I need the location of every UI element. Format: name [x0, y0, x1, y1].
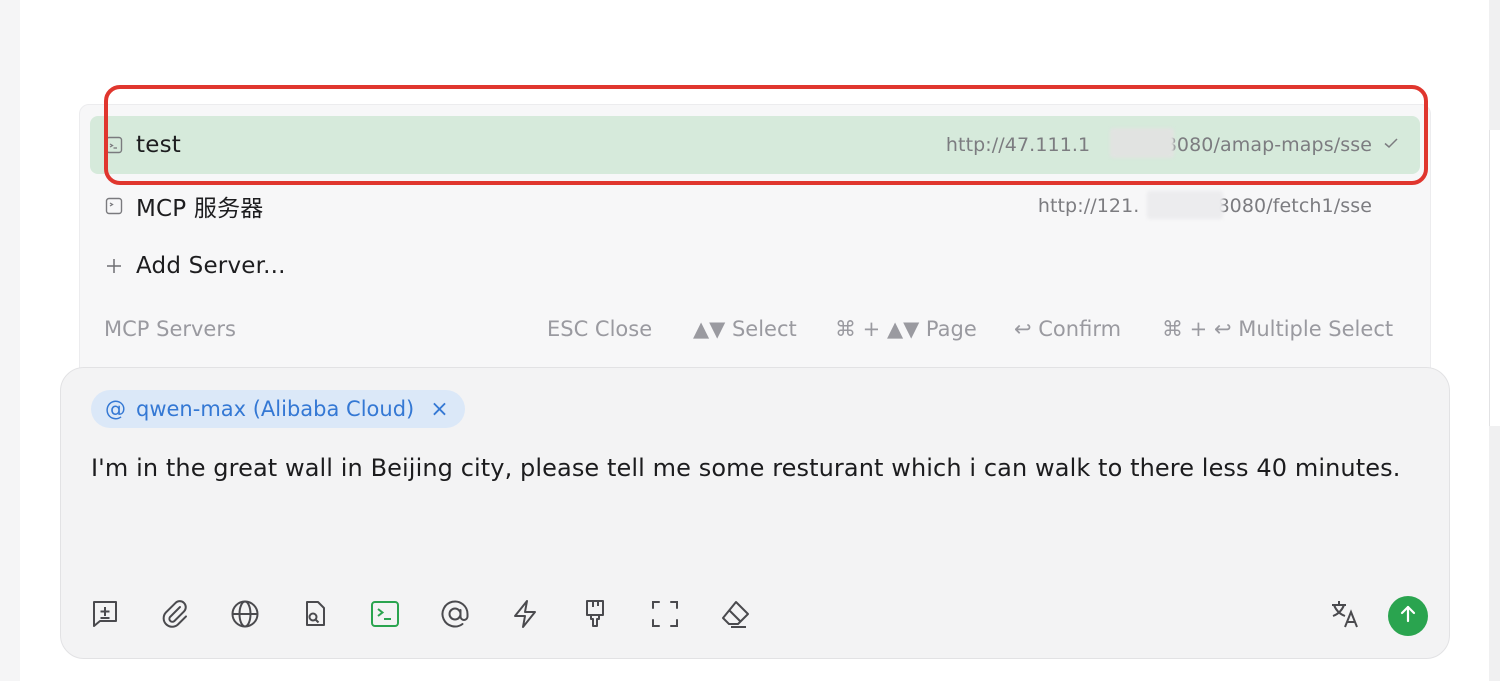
message-input-box[interactable]: @ qwen-max (Alibaba Cloud) × I'm in the …	[60, 367, 1450, 659]
send-button[interactable]	[1388, 596, 1428, 636]
multiple-select-hint: ⌘ + ↩ Multiple Select	[1162, 317, 1394, 341]
at-mention-icon[interactable]	[437, 596, 473, 632]
esc-close-hint: ESC Close	[547, 317, 653, 341]
confirm-hint: ↩ Confirm	[1014, 317, 1122, 341]
add-server-button[interactable]: Add Server...	[90, 237, 1420, 295]
server-item-test[interactable]: test http://47.111.1:8080/amap-maps/sse	[90, 116, 1420, 174]
terminal-icon[interactable]	[367, 596, 403, 632]
terminal-icon	[104, 196, 124, 216]
close-icon[interactable]: ×	[430, 397, 448, 422]
popup-footer: MCP Servers ESC Close ▲▼ Select ⌘ + ▲▼ P…	[104, 317, 1414, 347]
add-server-label: Add Server...	[136, 253, 286, 279]
plus-icon	[104, 256, 124, 276]
at-symbol: @	[105, 397, 126, 421]
message-text[interactable]: I'm in the great wall in Beijing city, p…	[91, 454, 1400, 482]
right-sidebar-edge	[1489, 0, 1500, 681]
mcp-servers-popup: test http://47.111.1:8080/amap-maps/sse …	[79, 104, 1431, 374]
select-hint: ▲▼ Select	[693, 317, 797, 341]
redacted-ip	[1110, 128, 1174, 158]
server-name: MCP 服务器	[136, 196, 264, 222]
server-name: test	[136, 132, 181, 158]
attachment-icon[interactable]	[157, 596, 193, 632]
redacted-ip	[1147, 191, 1223, 219]
model-name: qwen-max (Alibaba Cloud)	[136, 397, 415, 421]
brush-icon[interactable]	[577, 596, 613, 632]
eraser-icon[interactable]	[717, 596, 753, 632]
globe-icon[interactable]	[227, 596, 263, 632]
model-mention-chip[interactable]: @ qwen-max (Alibaba Cloud) ×	[91, 390, 465, 428]
lightning-icon[interactable]	[507, 596, 543, 632]
terminal-icon	[104, 135, 124, 155]
new-topic-icon[interactable]	[87, 596, 123, 632]
fullscreen-icon[interactable]	[647, 596, 683, 632]
document-search-icon[interactable]	[297, 596, 333, 632]
translate-icon[interactable]	[1327, 596, 1363, 632]
right-sidebar-segment	[1489, 130, 1500, 426]
arrow-up-icon	[1397, 603, 1419, 629]
page-hint: ⌘ + ▲▼ Page	[835, 317, 977, 341]
check-icon	[1382, 134, 1400, 156]
popup-title: MCP Servers	[104, 317, 236, 341]
